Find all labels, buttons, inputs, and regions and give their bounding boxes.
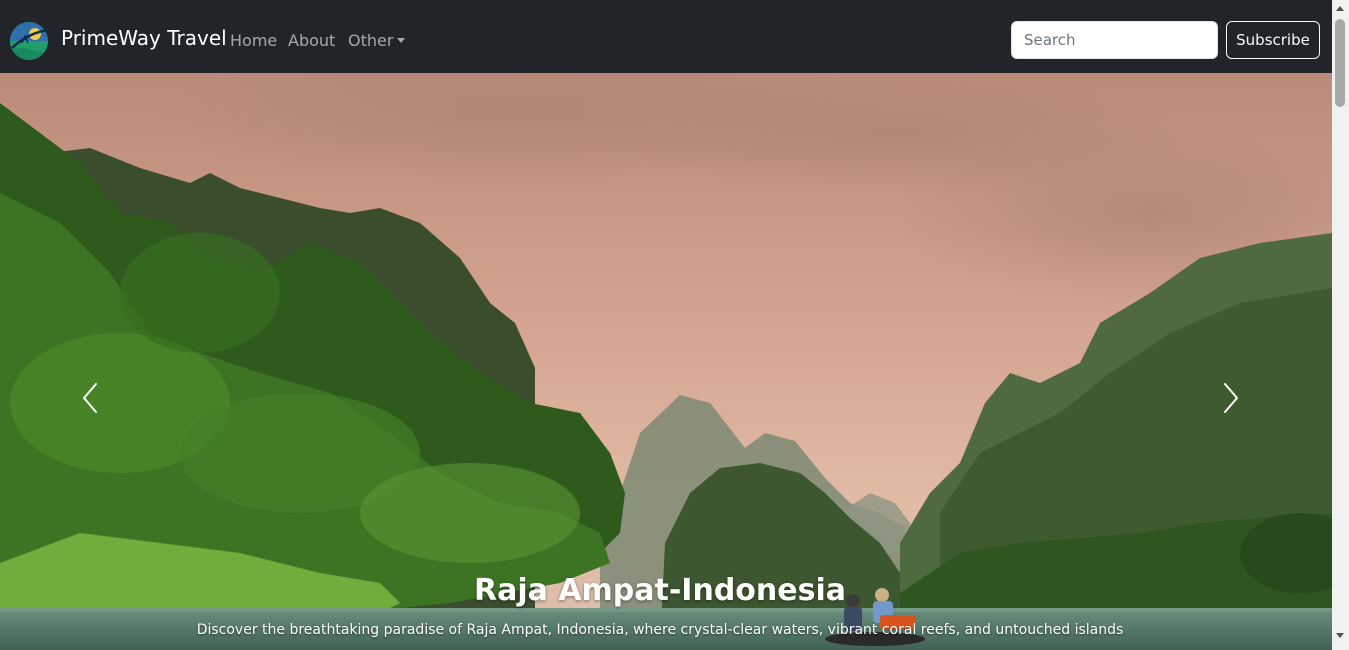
top-navbar: PrimeWay Travel Home About Other Subscri… bbox=[0, 0, 1332, 73]
nav-link-home[interactable]: Home bbox=[230, 31, 277, 50]
chevron-right-icon[interactable] bbox=[1211, 378, 1251, 418]
nav-link-about[interactable]: About bbox=[288, 31, 335, 50]
scroll-down-arrow-icon[interactable] bbox=[1336, 633, 1344, 638]
search-input[interactable] bbox=[1011, 21, 1218, 59]
carousel-slide-image bbox=[0, 73, 1332, 650]
hero-carousel: Raja Ampat-Indonesia Discover the breath… bbox=[0, 73, 1332, 650]
caret-down-icon bbox=[397, 38, 406, 43]
chevron-left-icon[interactable] bbox=[70, 378, 110, 418]
scroll-thumb[interactable] bbox=[1335, 19, 1345, 107]
globe-logo-icon[interactable] bbox=[8, 21, 50, 61]
scroll-up-arrow-icon[interactable] bbox=[1336, 6, 1344, 11]
carousel-caption-text: Discover the breathtaking paradise of Ra… bbox=[196, 622, 1124, 638]
subscribe-button[interactable]: Subscribe bbox=[1226, 21, 1320, 59]
vertical-scrollbar[interactable] bbox=[1332, 0, 1349, 650]
nav-dropdown-label: Other bbox=[348, 31, 394, 50]
nav-dropdown-other[interactable]: Other bbox=[348, 31, 406, 50]
page: PrimeWay Travel Home About Other Subscri… bbox=[0, 0, 1332, 650]
carousel-caption-title: Raja Ampat-Indonesia bbox=[474, 573, 846, 608]
brand-name[interactable]: PrimeWay Travel bbox=[61, 26, 227, 50]
